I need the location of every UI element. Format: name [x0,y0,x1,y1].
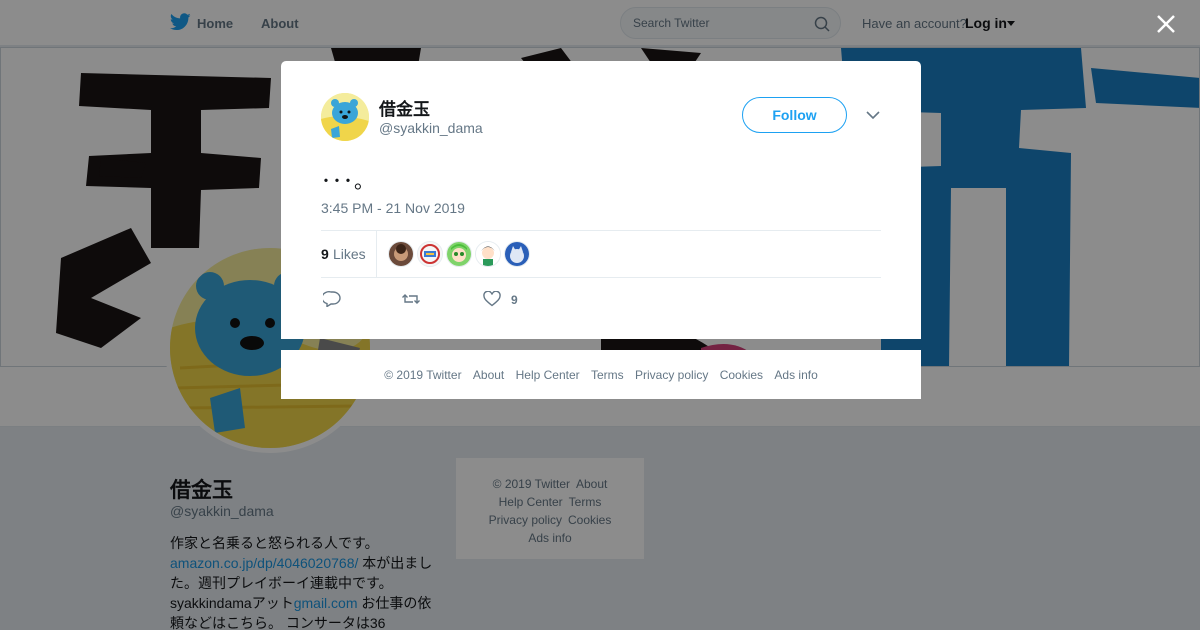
follow-button[interactable]: Follow [742,97,847,133]
footer-help-link[interactable]: Help Center [516,368,580,382]
liker-avatar[interactable] [504,241,530,267]
footer-privacy-link[interactable]: Privacy policy [635,368,708,382]
liker-avatar[interactable] [475,241,501,267]
modal-footer: © 2019 Twitter About Help Center Terms P… [281,350,921,399]
divider [376,231,377,277]
liker-avatar[interactable] [388,241,414,267]
avatar-bear-image [321,93,369,141]
retweet-icon[interactable] [402,291,420,307]
close-icon[interactable] [1155,13,1177,35]
footer-copyright: © 2019 Twitter [384,368,462,382]
like-count[interactable]: 9 [511,293,518,307]
footer-ads-link[interactable]: Ads info [774,368,817,382]
tweet-text: ･･･。 [321,171,375,193]
chevron-down-icon[interactable] [866,111,880,120]
tweet-author-avatar[interactable] [321,93,369,141]
divider [321,230,881,231]
liker-avatar[interactable] [446,241,472,267]
reply-icon[interactable] [323,291,341,307]
tweet-author-handle[interactable]: @syakkin_dama [379,120,483,136]
tweet-author-name[interactable]: 借金玉 [379,95,430,120]
footer-about-link[interactable]: About [473,368,504,382]
likes-label[interactable]: Likes [333,246,366,262]
heart-icon[interactable] [483,291,501,307]
tweet-timestamp[interactable]: 3:45 PM - 21 Nov 2019 [321,200,465,216]
footer-terms-link[interactable]: Terms [591,368,624,382]
liker-avatars [388,241,530,267]
tweet-modal: 借金玉 @syakkin_dama Follow ･･･。 3:45 PM - … [281,61,921,339]
liker-avatar[interactable] [417,241,443,267]
divider [321,277,881,278]
footer-cookies-link[interactable]: Cookies [720,368,763,382]
likes-count[interactable]: 9 [321,246,329,262]
